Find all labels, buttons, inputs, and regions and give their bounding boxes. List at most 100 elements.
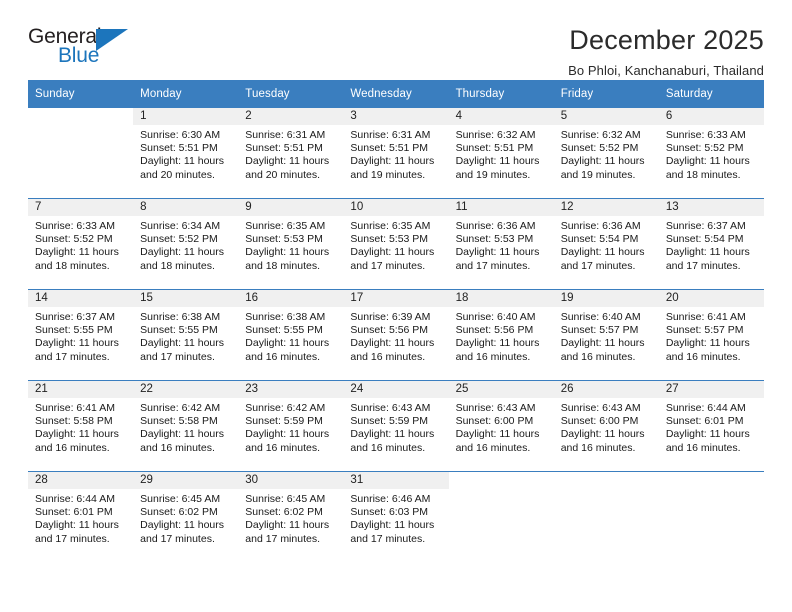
calendar-day-cell[interactable]: 9 Sunrise: 6:35 AM Sunset: 5:53 PM Daylight… <box>238 198 344 290</box>
sunset-time: Sunset: 5:53 PM <box>455 233 534 246</box>
sunset-time: Sunset: 6:02 PM <box>245 506 323 519</box>
day-number: 21 <box>28 381 134 398</box>
calendar-day-cell[interactable]: 19 Sunrise: 6:40 AM Sunset: 5:57 PM Dayligh… <box>553 289 659 381</box>
weekday-header-sunday: Sunday <box>28 80 134 108</box>
sunrise-time: Sunrise: 6:32 AM <box>455 129 536 141</box>
day-number: 30 <box>238 472 344 489</box>
calendar-day-cell[interactable]: 5 Sunrise: 6:32 AM Sunset: 5:52 PM Daylight… <box>553 108 659 199</box>
daylight-duration-line1: Daylight: 11 hours <box>560 246 645 259</box>
calendar-day-cell <box>658 471 764 562</box>
day-number: 15 <box>133 290 239 307</box>
calendar-day-cell[interactable]: 28 Sunrise: 6:44 AM Sunset: 6:01 PM Dayligh… <box>28 471 134 562</box>
weekday-header-monday: Monday <box>133 80 239 108</box>
calendar-day-cell[interactable]: 6 Sunrise: 6:33 AM Sunset: 5:52 PM Daylight… <box>658 108 764 199</box>
sunrise-time: Sunrise: 6:38 AM <box>140 311 221 323</box>
calendar-day-cell[interactable]: 13 Sunrise: 6:37 AM Sunset: 5:54 PM Dayligh… <box>658 198 764 290</box>
sunset-time: Sunset: 6:02 PM <box>140 506 218 519</box>
day-sun-info: Sunrise: 6:34 AM Sunset: 5:52 PM Daylight:… <box>133 216 238 273</box>
day-cell-content <box>659 472 764 562</box>
day-sun-info <box>28 125 133 129</box>
daylight-duration-line1: Daylight: 11 hours <box>455 155 540 168</box>
day-cell-content: 26 Sunrise: 6:43 AM Sunset: 6:00 PM Dayligh… <box>553 381 659 471</box>
day-number: 8 <box>133 199 239 216</box>
daylight-duration-line2: and 16 minutes. <box>35 441 110 454</box>
calendar-day-cell[interactable]: 18 Sunrise: 6:40 AM Sunset: 5:56 PM Dayligh… <box>448 289 554 381</box>
daylight-duration-line1: Daylight: 11 hours <box>455 246 540 259</box>
day-sun-info: Sunrise: 6:43 AM Sunset: 6:00 PM Daylight:… <box>449 398 554 455</box>
day-cell-content: 8 Sunrise: 6:34 AM Sunset: 5:52 PM Daylight… <box>133 199 239 289</box>
calendar-day-cell[interactable]: 30 Sunrise: 6:45 AM Sunset: 6:02 PM Dayligh… <box>238 471 344 562</box>
calendar-day-cell[interactable]: 3 Sunrise: 6:31 AM Sunset: 5:51 PM Daylight… <box>343 108 449 199</box>
daylight-duration-line1: Daylight: 11 hours <box>350 519 435 532</box>
day-cell-content: 27 Sunrise: 6:44 AM Sunset: 6:01 PM Dayligh… <box>658 381 764 471</box>
calendar-day-cell[interactable]: 8 Sunrise: 6:34 AM Sunset: 5:52 PM Daylight… <box>133 198 239 290</box>
calendar-day-cell[interactable]: 12 Sunrise: 6:36 AM Sunset: 5:54 PM Dayligh… <box>553 198 659 290</box>
calendar-day-cell[interactable]: 31 Sunrise: 6:46 AM Sunset: 6:03 PM Dayligh… <box>343 471 449 562</box>
day-number: 27 <box>658 381 764 398</box>
calendar-day-cell[interactable]: 7 Sunrise: 6:33 AM Sunset: 5:52 PM Daylight… <box>28 198 134 290</box>
daylight-duration-line1: Daylight: 11 hours <box>245 337 330 350</box>
calendar-day-cell[interactable]: 21 Sunrise: 6:41 AM Sunset: 5:58 PM Dayligh… <box>28 380 134 472</box>
day-sun-info: Sunrise: 6:44 AM Sunset: 6:01 PM Daylight:… <box>28 489 133 546</box>
day-number: 16 <box>238 290 344 307</box>
calendar-day-cell[interactable]: 23 Sunrise: 6:42 AM Sunset: 5:59 PM Dayligh… <box>238 380 344 472</box>
sunrise-time: Sunrise: 6:35 AM <box>245 220 326 232</box>
calendar-week-row: 28 Sunrise: 6:44 AM Sunset: 6:01 PM Dayligh… <box>28 471 764 562</box>
sunset-time: Sunset: 5:59 PM <box>245 415 323 428</box>
calendar-day-cell[interactable]: 4 Sunrise: 6:32 AM Sunset: 5:51 PM Daylight… <box>448 108 554 199</box>
day-number: 12 <box>553 199 659 216</box>
sunset-time: Sunset: 5:55 PM <box>245 324 323 337</box>
calendar-day-cell[interactable]: 24 Sunrise: 6:43 AM Sunset: 5:59 PM Dayligh… <box>343 380 449 472</box>
day-sun-info: Sunrise: 6:46 AM Sunset: 6:03 PM Daylight:… <box>343 489 448 546</box>
calendar-week-row: 21 Sunrise: 6:41 AM Sunset: 5:58 PM Dayligh… <box>28 380 764 472</box>
calendar-day-cell[interactable]: 17 Sunrise: 6:39 AM Sunset: 5:56 PM Dayligh… <box>343 289 449 381</box>
sunset-time: Sunset: 5:58 PM <box>35 415 113 428</box>
day-cell-content: 22 Sunrise: 6:42 AM Sunset: 5:58 PM Dayligh… <box>133 381 239 471</box>
calendar-day-cell[interactable]: 2 Sunrise: 6:31 AM Sunset: 5:51 PM Daylight… <box>238 108 344 199</box>
day-number: 25 <box>448 381 554 398</box>
day-number <box>28 108 133 125</box>
sunrise-time: Sunrise: 6:44 AM <box>35 493 115 505</box>
sunset-time: Sunset: 5:59 PM <box>350 415 429 428</box>
sunset-time: Sunset: 5:58 PM <box>140 415 218 428</box>
calendar-day-cell[interactable]: 16 Sunrise: 6:38 AM Sunset: 5:55 PM Dayligh… <box>238 289 344 381</box>
weekday-header-saturday: Saturday <box>658 80 764 108</box>
weekday-header-thursday: Thursday <box>448 80 554 108</box>
day-cell-content: 11 Sunrise: 6:36 AM Sunset: 5:53 PM Dayligh… <box>448 199 554 289</box>
daylight-duration-line2: and 16 minutes. <box>455 350 531 363</box>
day-cell-content: 28 Sunrise: 6:44 AM Sunset: 6:01 PM Dayligh… <box>28 472 134 562</box>
sunrise-time: Sunrise: 6:43 AM <box>350 402 431 414</box>
sunset-time: Sunset: 5:51 PM <box>350 142 429 155</box>
day-number <box>659 472 764 489</box>
calendar-day-cell[interactable]: 1 Sunrise: 6:30 AM Sunset: 5:51 PM Daylight… <box>133 108 239 199</box>
calendar-day-cell[interactable]: 27 Sunrise: 6:44 AM Sunset: 6:01 PM Dayligh… <box>658 380 764 472</box>
daylight-duration-line1: Daylight: 11 hours <box>245 246 330 259</box>
sunrise-time: Sunrise: 6:42 AM <box>140 402 221 414</box>
day-number: 4 <box>448 108 554 125</box>
daylight-duration-line2: and 16 minutes. <box>245 350 320 363</box>
calendar-week-row: 14 Sunrise: 6:37 AM Sunset: 5:55 PM Dayligh… <box>28 289 764 381</box>
calendar-day-cell[interactable]: 20 Sunrise: 6:41 AM Sunset: 5:57 PM Dayligh… <box>658 289 764 381</box>
daylight-duration-line2: and 17 minutes. <box>455 259 531 272</box>
calendar-day-cell[interactable]: 11 Sunrise: 6:36 AM Sunset: 5:53 PM Dayligh… <box>448 198 554 290</box>
sunset-time: Sunset: 5:56 PM <box>455 324 534 337</box>
calendar-day-cell[interactable]: 10 Sunrise: 6:35 AM Sunset: 5:53 PM Dayligh… <box>343 198 449 290</box>
calendar-day-cell <box>553 471 659 562</box>
day-sun-info: Sunrise: 6:37 AM Sunset: 5:55 PM Daylight:… <box>28 307 133 364</box>
daylight-duration-line2: and 16 minutes. <box>665 441 741 454</box>
calendar-day-cell[interactable]: 25 Sunrise: 6:43 AM Sunset: 6:00 PM Dayligh… <box>448 380 554 472</box>
day-number: 20 <box>658 290 764 307</box>
daylight-duration-line1: Daylight: 11 hours <box>245 519 330 532</box>
calendar-day-cell[interactable]: 14 Sunrise: 6:37 AM Sunset: 5:55 PM Dayligh… <box>28 289 134 381</box>
calendar-day-cell[interactable]: 29 Sunrise: 6:45 AM Sunset: 6:02 PM Dayligh… <box>133 471 239 562</box>
sunrise-time: Sunrise: 6:33 AM <box>35 220 115 232</box>
sunset-time: Sunset: 6:01 PM <box>665 415 744 428</box>
calendar-day-cell[interactable]: 15 Sunrise: 6:38 AM Sunset: 5:55 PM Dayligh… <box>133 289 239 381</box>
sunrise-time: Sunrise: 6:30 AM <box>140 129 221 141</box>
calendar-day-cell[interactable]: 22 Sunrise: 6:42 AM Sunset: 5:58 PM Dayligh… <box>133 380 239 472</box>
daylight-duration-line1: Daylight: 11 hours <box>140 428 224 441</box>
sunrise-time: Sunrise: 6:35 AM <box>350 220 431 232</box>
day-sun-info: Sunrise: 6:36 AM Sunset: 5:53 PM Daylight:… <box>449 216 554 273</box>
calendar-week-row: 1 Sunrise: 6:30 AM Sunset: 5:51 PM Daylight… <box>28 108 764 199</box>
calendar-day-cell[interactable]: 26 Sunrise: 6:43 AM Sunset: 6:00 PM Dayligh… <box>553 380 659 472</box>
